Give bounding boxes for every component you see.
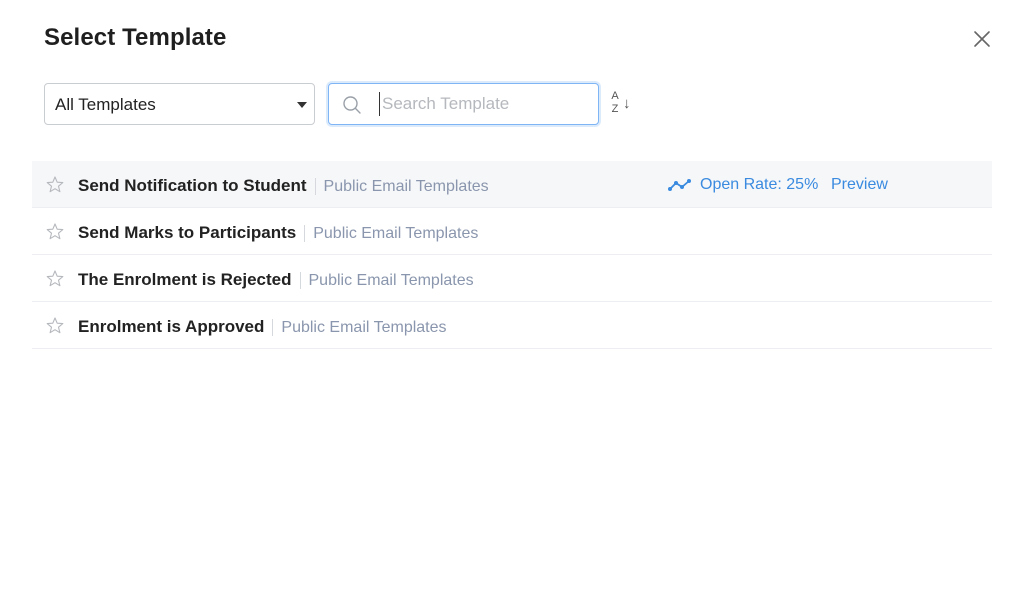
template-row[interactable]: Send Marks to Participants Public Email T… bbox=[32, 208, 992, 255]
template-row[interactable]: Send Notification to Student Public Email… bbox=[32, 161, 992, 208]
template-name: Enrolment is Approved Public Email Templa… bbox=[78, 317, 447, 336]
template-row[interactable]: Enrolment is Approved Public Email Templa… bbox=[32, 302, 992, 349]
template-category: Public Email Templates bbox=[299, 272, 474, 289]
template-list: Send Notification to Student Public Email… bbox=[32, 161, 992, 349]
template-row[interactable]: The Enrolment is Rejected Public Email Te… bbox=[32, 255, 992, 302]
star-icon[interactable] bbox=[45, 269, 65, 289]
dialog-title: Select Template bbox=[44, 24, 227, 51]
star-icon[interactable] bbox=[45, 316, 65, 336]
template-category: Public Email Templates bbox=[304, 225, 479, 242]
search-box[interactable] bbox=[328, 83, 599, 125]
template-name: Send Marks to Participants Public Email T… bbox=[78, 223, 479, 242]
preview-link[interactable]: Preview bbox=[831, 176, 888, 194]
template-category: Public Email Templates bbox=[314, 178, 489, 195]
open-rate: Open Rate: 25% bbox=[700, 176, 819, 193]
template-name: The Enrolment is Rejected Public Email Te… bbox=[78, 270, 474, 289]
close-icon bbox=[974, 31, 990, 47]
star-icon[interactable] bbox=[45, 175, 65, 195]
sort-arrow-icon: ↓ bbox=[623, 95, 631, 112]
template-filter-value: All Templates bbox=[55, 95, 156, 114]
search-icon bbox=[343, 96, 361, 114]
sort-letter-a: A bbox=[611, 90, 619, 102]
close-button[interactable] bbox=[972, 29, 992, 49]
star-icon[interactable] bbox=[45, 222, 65, 242]
sort-az-button[interactable]: A Z ↓ bbox=[610, 91, 638, 117]
sort-letter-z: Z bbox=[611, 103, 619, 115]
template-category: Public Email Templates bbox=[272, 319, 447, 336]
search-input[interactable] bbox=[379, 92, 589, 116]
template-name: Send Notification to Student Public Email… bbox=[78, 176, 489, 195]
template-filter-dropdown[interactable]: All Templates bbox=[44, 83, 315, 125]
trend-line-icon bbox=[668, 179, 691, 191]
caret-down-icon bbox=[297, 102, 307, 108]
select-template-dialog: Select Template All Templates A Z ↓ bbox=[0, 0, 1024, 602]
